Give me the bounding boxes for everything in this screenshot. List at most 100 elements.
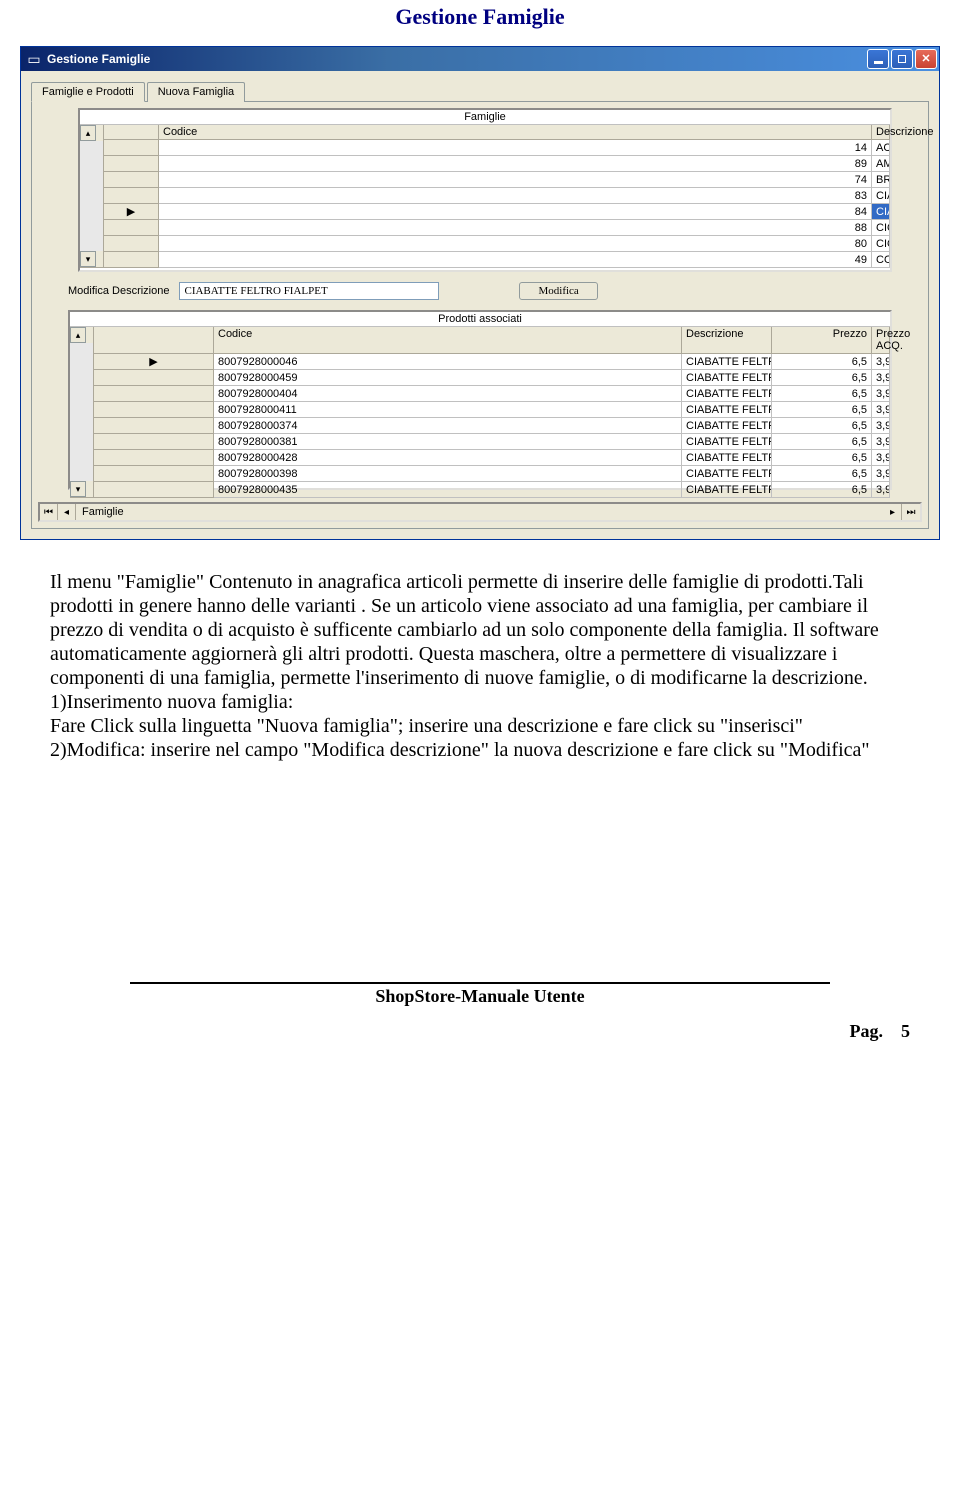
cell-prezzo-acq[interactable]: 3,99 — [872, 354, 890, 370]
modifica-descrizione-input[interactable] — [179, 282, 439, 300]
cell-prezzo[interactable]: 6,5 — [772, 370, 872, 386]
nav-next-button[interactable]: ▸ — [884, 504, 902, 520]
famiglie-grid: Famiglie Codice Descrizione ▴ ▾ 14 ACTIV… — [78, 108, 892, 272]
cell-prezzo-acq[interactable]: 3,99 — [872, 386, 890, 402]
close-button[interactable]: ✕ — [915, 49, 937, 69]
cell-prezzo-acq[interactable]: 3,99 — [872, 370, 890, 386]
cell-descrizione[interactable]: CIABATTE FELTRO — [682, 482, 772, 498]
window-title: Gestione Famiglie — [47, 52, 867, 66]
cell-codice[interactable]: 84 — [159, 204, 872, 220]
cell-prezzo-acq[interactable]: 3,99 — [872, 450, 890, 466]
prodotti-scrollbar[interactable]: ▴ ▾ — [70, 327, 94, 498]
cell-prezzo[interactable]: 6,5 — [772, 354, 872, 370]
nav-last-button[interactable]: ⏭ — [902, 504, 920, 520]
cell-descrizione[interactable]: CIABATTE FELTRO — [682, 354, 772, 370]
row-header[interactable] — [94, 482, 214, 498]
cell-prezzo-acq[interactable]: 3,99 — [872, 482, 890, 498]
nav-prev-button[interactable]: ◂ — [58, 504, 76, 520]
cell-codice[interactable]: 8007928000411 — [214, 402, 682, 418]
cell-codice[interactable]: 74 — [159, 172, 872, 188]
row-header[interactable] — [104, 252, 159, 268]
cell-codice[interactable]: 80 — [159, 236, 872, 252]
row-header[interactable] — [104, 188, 159, 204]
cell-codice[interactable]: 8007928000459 — [214, 370, 682, 386]
cell-descrizione-selected[interactable]: CIABATTE FELTRO FIALPET — [872, 204, 890, 220]
cell-codice[interactable]: 8007928000381 — [214, 434, 682, 450]
row-header[interactable] — [94, 434, 214, 450]
cell-codice[interactable]: 8007928000374 — [214, 418, 682, 434]
cell-descrizione[interactable]: CIABATTE FELTRO — [872, 188, 890, 204]
cell-descrizione[interactable]: CIOCCOLATA MILKA GR 0100 — [872, 236, 890, 252]
row-header[interactable] — [94, 450, 214, 466]
cell-prezzo-acq[interactable]: 3,99 — [872, 402, 890, 418]
cell-codice[interactable]: 14 — [159, 140, 872, 156]
cell-descrizione[interactable]: ACTIVIA DANONE FRUTTA GR 0125 — [872, 140, 890, 156]
prodotti-grid-title: Prodotti associati — [70, 312, 890, 327]
body-p4: Fare Click sulla linguetta "Nuova famigl… — [50, 715, 803, 737]
col-prezzo[interactable]: Prezzo — [772, 327, 872, 354]
col-codice[interactable]: Codice — [159, 125, 872, 140]
cell-codice[interactable]: 8007928000428 — [214, 450, 682, 466]
col-descrizione[interactable]: Descrizione — [682, 327, 772, 354]
nav-first-button[interactable]: ⏮ — [40, 504, 58, 520]
cell-descrizione[interactable]: CIABATTE FELTRO — [682, 434, 772, 450]
cell-descrizione[interactable]: CIOCC RITTER ASS GR 0100 — [872, 220, 890, 236]
cell-codice[interactable]: 8007928000398 — [214, 466, 682, 482]
cell-prezzo[interactable]: 6,5 — [772, 402, 872, 418]
cell-descrizione[interactable]: AMBIPUR CAR AUTO — [872, 156, 890, 172]
row-marker-icon[interactable]: ▶ — [94, 354, 214, 370]
page-title: Gestione Famiglie — [0, 0, 960, 46]
cell-prezzo-acq[interactable]: 3,99 — [872, 418, 890, 434]
cell-descrizione[interactable]: CIABATTE FELTRO — [682, 370, 772, 386]
scroll-up-icon[interactable]: ▴ — [70, 327, 86, 343]
cell-prezzo-acq[interactable]: 3,99 — [872, 466, 890, 482]
cell-prezzo[interactable]: 6,5 — [772, 482, 872, 498]
cell-descrizione[interactable]: CIABATTE FELTRO — [682, 418, 772, 434]
row-header[interactable] — [104, 140, 159, 156]
row-header[interactable] — [94, 466, 214, 482]
cell-descrizione[interactable]: CIABATTE FELTRO — [682, 466, 772, 482]
cell-codice[interactable]: 88 — [159, 220, 872, 236]
cell-prezzo[interactable]: 6,5 — [772, 450, 872, 466]
famiglie-scrollbar[interactable]: ▴ ▾ — [80, 125, 104, 268]
col-descrizione[interactable]: Descrizione — [872, 125, 890, 140]
cell-codice[interactable]: 83 — [159, 188, 872, 204]
row-header[interactable] — [104, 220, 159, 236]
window: ▭ Gestione Famiglie ✕ Famiglie e Prodott… — [20, 46, 940, 540]
cell-descrizione[interactable]: CIABATTE FELTRO — [682, 402, 772, 418]
modifica-button[interactable]: Modifica — [519, 282, 597, 300]
row-marker-icon[interactable]: ▶ — [104, 204, 159, 220]
row-header[interactable] — [104, 156, 159, 172]
row-header[interactable] — [104, 172, 159, 188]
cell-codice[interactable]: 89 — [159, 156, 872, 172]
cell-prezzo[interactable]: 6,5 — [772, 386, 872, 402]
scroll-down-icon[interactable]: ▾ — [80, 251, 96, 267]
col-prezzo-acq[interactable]: Prezzo ACQ. — [872, 327, 890, 354]
row-header[interactable] — [94, 418, 214, 434]
cell-codice[interactable]: 8007928000435 — [214, 482, 682, 498]
tab-famiglie-prodotti[interactable]: Famiglie e Prodotti — [31, 82, 145, 102]
scroll-up-icon[interactable]: ▴ — [80, 125, 96, 141]
cell-descrizione[interactable]: BROOKLYN 7 PEZZI — [872, 172, 890, 188]
cell-descrizione[interactable]: CIABATTE FELTRO — [682, 450, 772, 466]
cell-descrizione[interactable]: CONI LATTEBUSCHE GR 0400 — [872, 252, 890, 268]
cell-codice[interactable]: 49 — [159, 252, 872, 268]
row-header[interactable] — [104, 236, 159, 252]
scroll-down-icon[interactable]: ▾ — [70, 481, 86, 497]
cell-codice[interactable]: 8007928000046 — [214, 354, 682, 370]
cell-descrizione[interactable]: CIABATTE FELTRO — [682, 386, 772, 402]
tabstrip: Famiglie e Prodotti Nuova Famiglia — [31, 81, 929, 102]
col-codice[interactable]: Codice — [214, 327, 682, 354]
minimize-button[interactable] — [867, 49, 889, 69]
cell-prezzo[interactable]: 6,5 — [772, 418, 872, 434]
cell-prezzo[interactable]: 6,5 — [772, 434, 872, 450]
row-header[interactable] — [94, 402, 214, 418]
tab-nuova-famiglia[interactable]: Nuova Famiglia — [147, 82, 245, 102]
cell-prezzo[interactable]: 6,5 — [772, 466, 872, 482]
maximize-button[interactable] — [891, 49, 913, 69]
modifica-descrizione-label: Modifica Descrizione — [68, 285, 169, 297]
row-header[interactable] — [94, 370, 214, 386]
row-header[interactable] — [94, 386, 214, 402]
cell-codice[interactable]: 8007928000404 — [214, 386, 682, 402]
cell-prezzo-acq[interactable]: 3,99 — [872, 434, 890, 450]
